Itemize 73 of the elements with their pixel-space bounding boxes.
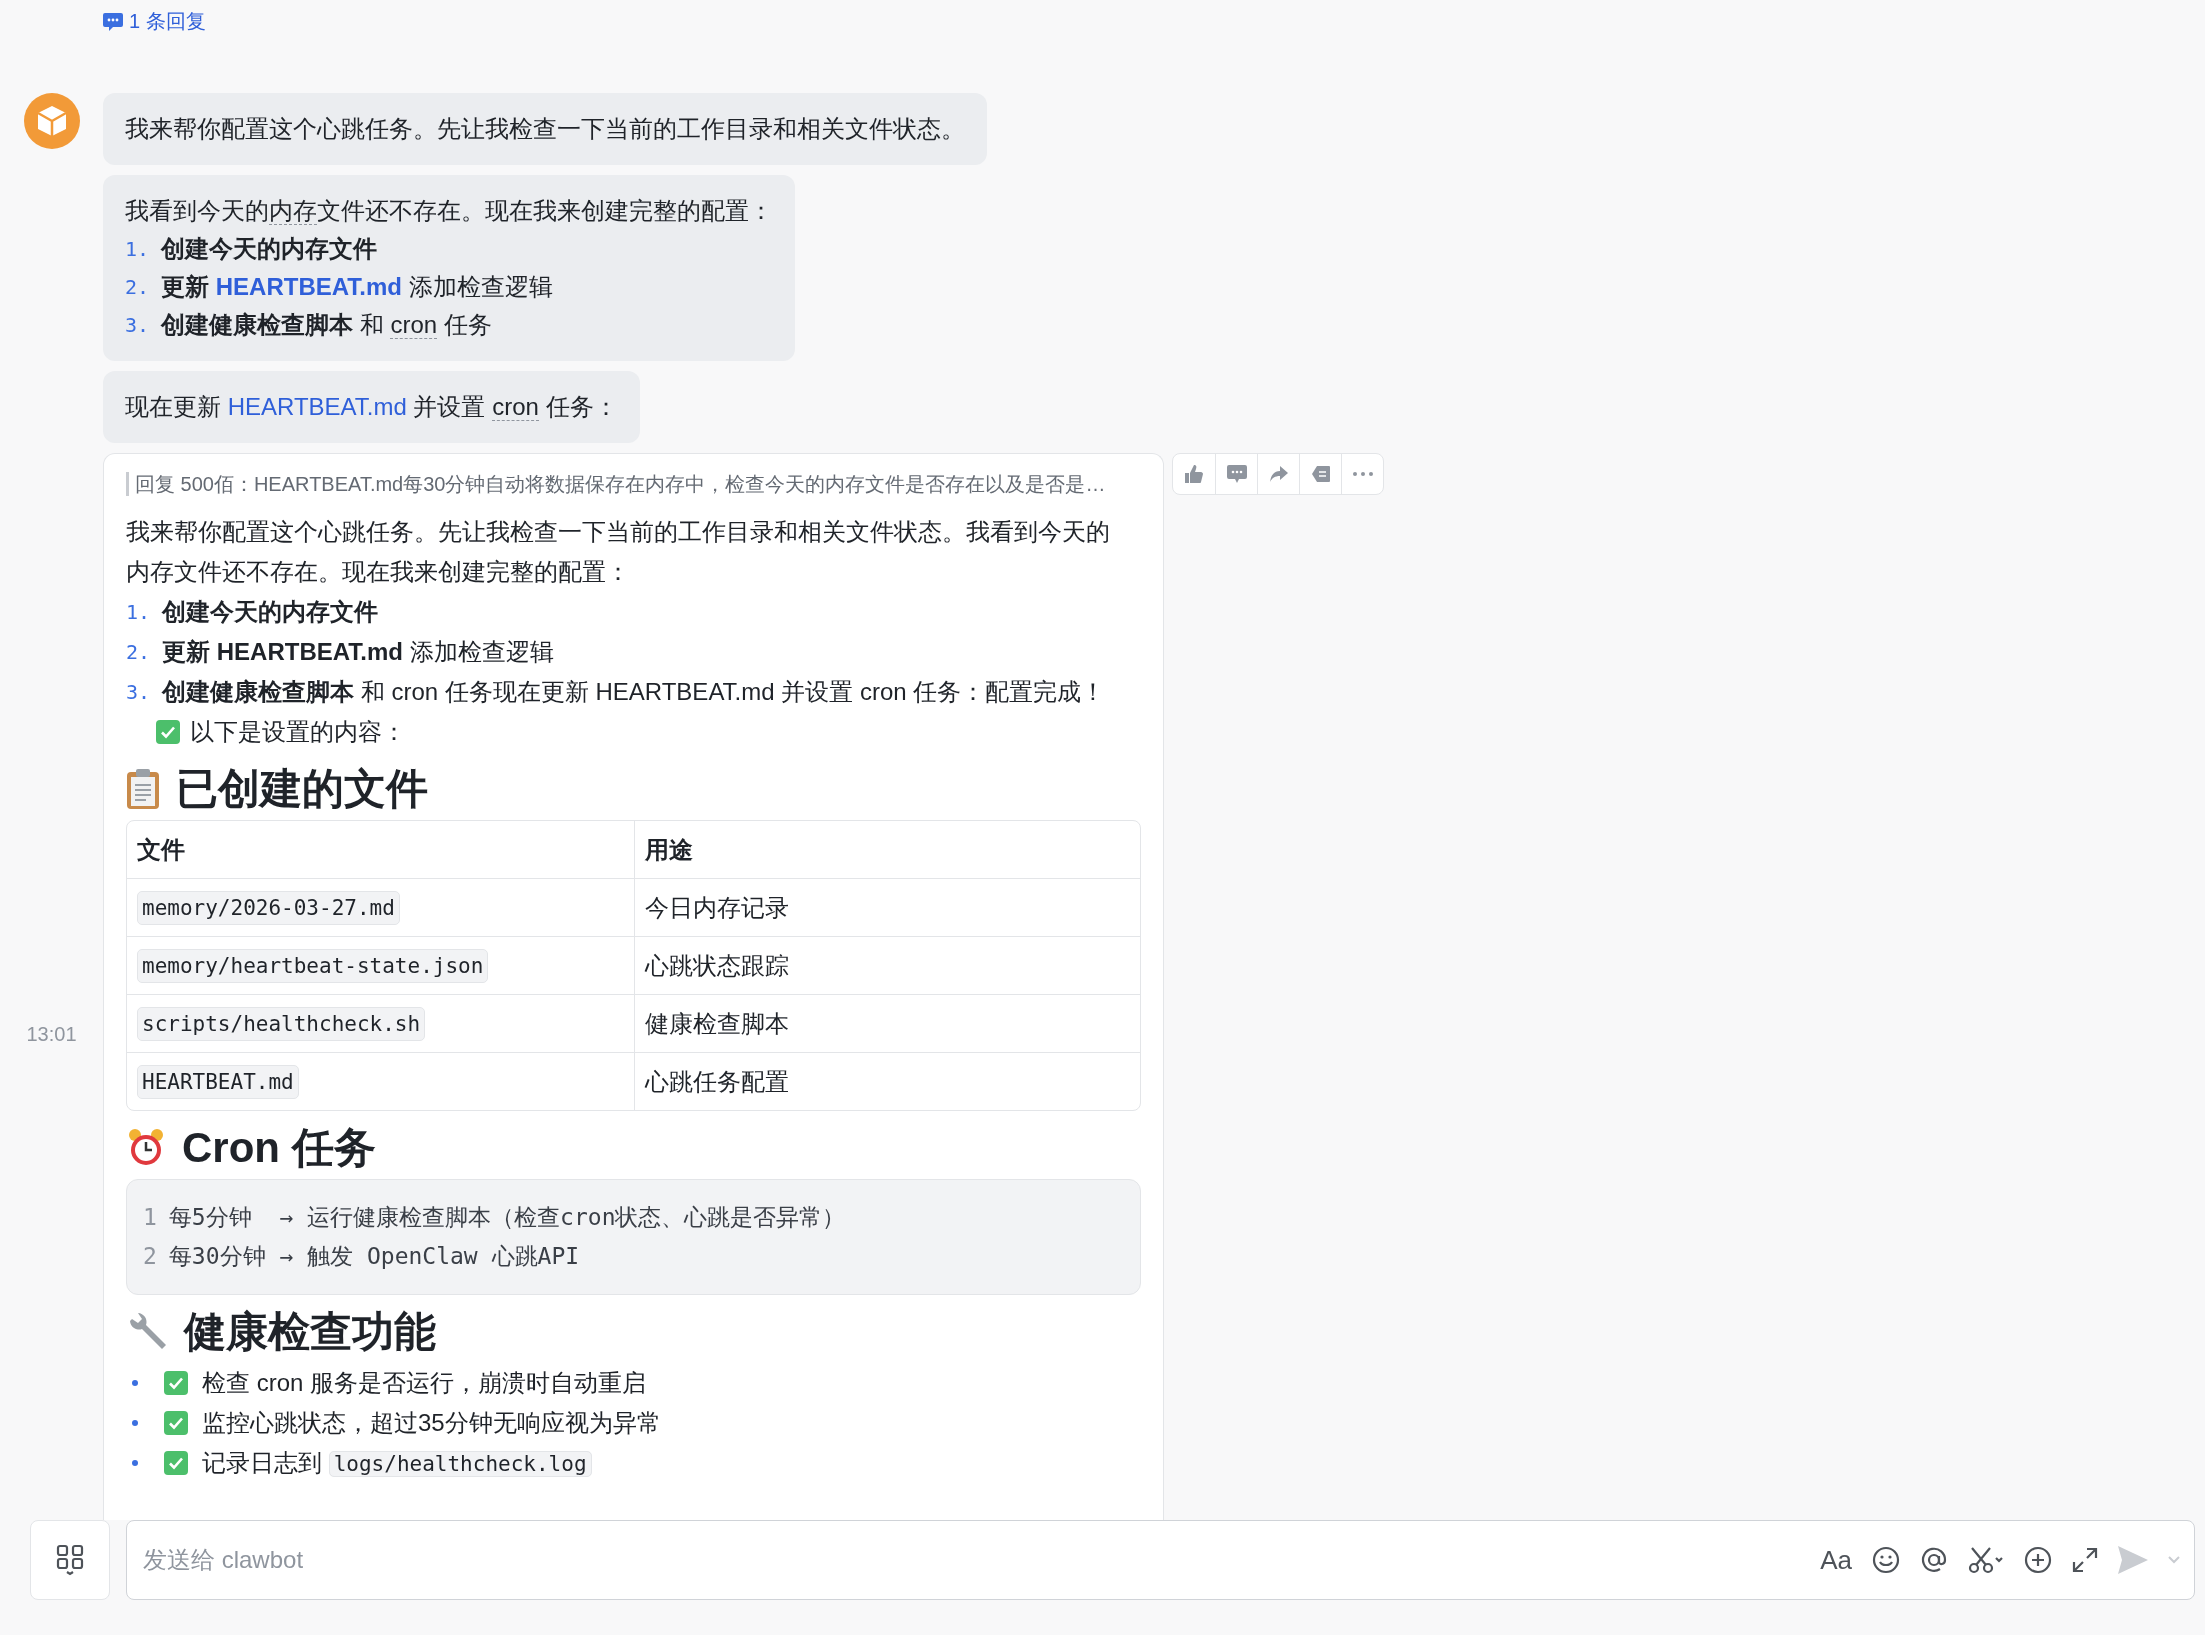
list-number: 2. [125,274,150,301]
bullet-icon [132,1380,138,1386]
column-header: 用途 [633,821,1140,878]
format-button[interactable]: Aa [1820,1544,1852,1576]
check-icon [164,1371,188,1395]
bullet-icon [132,1420,138,1426]
code-line: 每5分钟 → 运行健康检查脚本（检查cron状态、心跳是否异常） [168,1203,846,1232]
screenshot-button[interactable] [1968,1546,2004,1574]
check-line-text: 以下是设置的内容： [190,717,406,747]
send-icon [2118,1546,2148,1574]
list-item-text: 创建今天的内存文件 [161,234,378,264]
send-options-button[interactable] [2168,1556,2180,1564]
list-item-text: 创建健康检查脚本 和 cron 任务 [161,310,492,341]
list-item-text: 创建健康检查脚本 和 cron 任务现在更新 HEARTBEAT.md 并设置 cron 任务：配置完成！ [162,677,1106,707]
line-number: 2 [143,1242,157,1271]
bullet-icon [132,1460,138,1466]
thread-reply-link[interactable]: 1 条回复 [103,8,206,35]
table-cell: scripts/healthcheck.sh [127,995,634,1052]
section-heading: 健康检查功能 [184,1307,436,1357]
message-text: 我来帮你配置这个心跳任务。先让我检查一下当前的工作目录和相关文件状态。 [125,114,965,144]
message-text: 现在更新 HEARTBEAT.md 并设置 cron 任务： [125,392,618,423]
list-item-text: 记录日志到 logs/healthcheck.log [202,1443,592,1483]
comment-icon [1226,465,1247,483]
section-heading: Cron 任务 [182,1123,376,1173]
list-item-text: 更新 HEARTBEAT.md 添加检查逻辑 [162,637,554,667]
add-button[interactable] [2024,1546,2052,1574]
apps-button[interactable] [30,1520,110,1600]
label-icon [1311,466,1330,482]
at-icon [1920,1546,1948,1574]
more-icon [1352,472,1373,476]
expand-button[interactable] [2072,1547,2098,1573]
table-cell: memory/heartbeat-state.json [127,937,634,994]
message-input[interactable]: 发送给 clawbot Aa [126,1520,2195,1600]
check-icon [156,720,180,744]
mention-button[interactable] [1920,1546,1948,1574]
list-item-text: 更新 HEARTBEAT.md 添加检查逻辑 [161,272,553,302]
table-cell: 心跳任务配置 [633,1053,1140,1110]
timestamp: 13:01 [26,1023,77,1047]
list-item-text: 创建今天的内存文件 [162,597,379,627]
table-cell: 健康检查脚本 [633,995,1140,1052]
check-icon [164,1451,188,1475]
scissors-icon [1968,1546,2004,1574]
table-cell: memory/2026-03-27.md [127,879,634,936]
share-icon [1269,466,1288,482]
list-number: 3. [126,679,151,706]
list-number: 1. [126,599,151,626]
thumbs-up-icon [1185,465,1203,483]
expand-icon [2072,1547,2098,1573]
smiley-icon [1872,1546,1900,1574]
list-number: 1. [125,236,150,263]
list-number: 2. [126,639,151,666]
message-text: 我看到今天的内存文件还不存在。现在我来创建完整的配置： [125,196,773,227]
message-text: 我来帮你配置这个心跳任务。先让我检查一下当前的工作目录和相关文件状态。我看到今天的内存文件还不存在。现在我来创建完整的配置： [126,517,1111,587]
comment-icon [103,12,123,31]
check-icon [164,1411,188,1435]
alarm-clock-icon [126,1128,166,1168]
reply-quote: 回复 500佰：HEARTBEAT.md每30分钟自动将数据保存在内存中，检查今天的内存文件是否存在以及是否是… [126,472,1131,496]
plus-circle-icon [2024,1546,2052,1574]
emoji-button[interactable] [1872,1546,1900,1574]
column-header: 文件 [136,834,186,865]
list-item-text: 监控心跳状态，超过35分钟无响应视为异常 [202,1408,661,1438]
grid-icon [56,1544,84,1576]
list-item-text: 检查 cron 服务是否运行，崩溃时自动重启 [202,1368,647,1398]
table-cell: 心跳状态跟踪 [633,937,1140,994]
caret-icon [2168,1556,2180,1564]
table-cell: 今日内存记录 [633,879,1140,936]
line-number: 1 [143,1203,157,1232]
list-number: 3. [125,312,150,339]
section-heading: 已创建的文件 [176,764,428,814]
table-cell: HEARTBEAT.md [127,1053,634,1110]
send-button[interactable] [2118,1546,2148,1574]
code-line: 每30分钟 → 触发 OpenClaw 心跳API [168,1242,580,1271]
clipboard-icon [126,768,160,810]
